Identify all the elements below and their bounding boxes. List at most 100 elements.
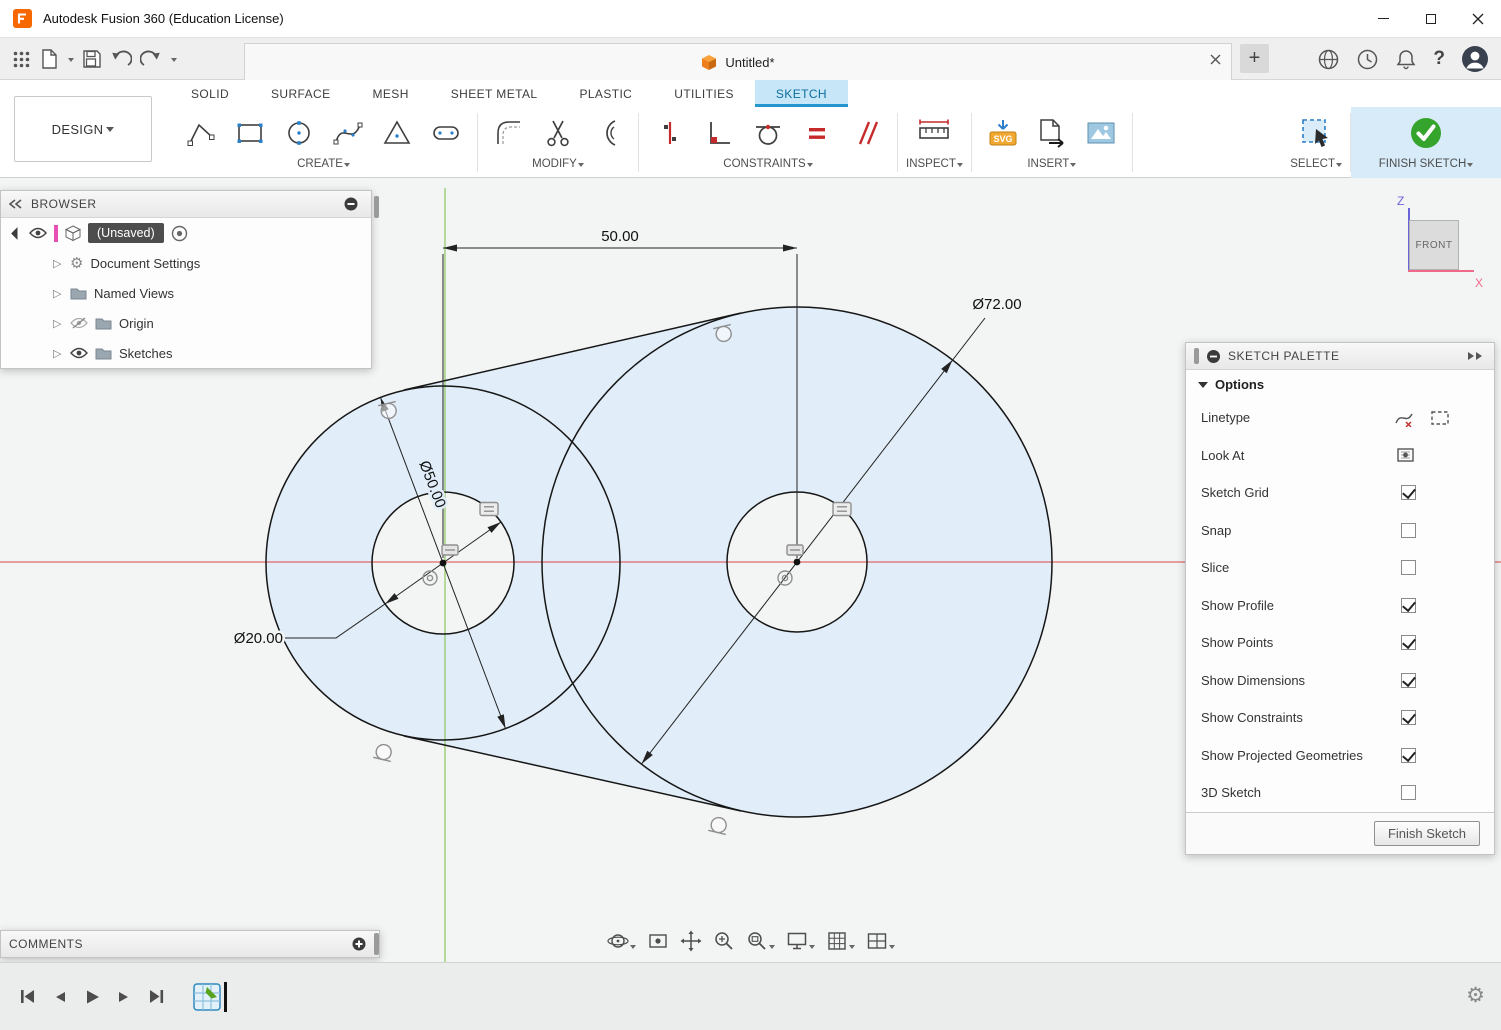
show-constraints-checkbox[interactable]	[1401, 710, 1416, 725]
view-cube[interactable]: Z FRONT X	[1391, 192, 1483, 292]
dim-d72-label[interactable]: Ø72.00	[972, 296, 1021, 313]
show-profile-checkbox[interactable]	[1401, 598, 1416, 613]
fit-icon[interactable]	[746, 930, 768, 952]
close-button[interactable]	[1454, 0, 1501, 37]
workspace-switcher-design[interactable]: DESIGN	[14, 96, 152, 162]
create-spline-icon[interactable]	[325, 110, 371, 156]
browser-scrollbar[interactable]	[374, 196, 379, 218]
browser-root-row[interactable]: (Unsaved)	[1, 218, 371, 248]
undo-icon[interactable]	[110, 48, 132, 70]
finish-sketch-dropdown[interactable]: FINISH SKETCH	[1379, 158, 1474, 170]
new-tab-button[interactable]: +	[1240, 44, 1269, 73]
user-avatar[interactable]	[1461, 45, 1489, 73]
visibility-eye-icon[interactable]	[29, 227, 47, 239]
right-center-point[interactable]	[794, 559, 801, 566]
model-canvas[interactable]: 50.00 Ø72.00 Ø50.00 Ø20.00 BROW	[0, 178, 1501, 962]
insert-dropdown[interactable]: INSERT	[1027, 158, 1076, 170]
create-line-icon[interactable]	[178, 110, 224, 156]
timeline-position-marker[interactable]	[224, 982, 227, 1012]
app-grid-menu-icon[interactable]	[12, 50, 31, 69]
redo-caret-icon[interactable]	[171, 58, 177, 65]
pan-icon[interactable]	[680, 930, 702, 952]
finish-sketch-icon[interactable]	[1403, 110, 1449, 156]
fit-caret-icon[interactable]	[769, 945, 775, 952]
look-at-plane-icon[interactable]	[1396, 446, 1416, 464]
tab-sketch[interactable]: SKETCH	[755, 80, 848, 107]
browser-item-named-views[interactable]: ▷ Named Views	[1, 278, 371, 308]
constraint-tangent-icon[interactable]	[745, 110, 791, 156]
grid-snaps-icon[interactable]	[826, 930, 848, 952]
modify-dropdown[interactable]: MODIFY	[532, 158, 584, 170]
visibility-off-eye-icon[interactable]	[70, 317, 88, 330]
modify-trim-icon[interactable]	[535, 110, 581, 156]
modify-fillet-icon[interactable]	[486, 110, 532, 156]
comments-scrollbar[interactable]	[374, 933, 379, 955]
timeline-go-to-start-icon[interactable]	[18, 987, 37, 1006]
browser-item-document-settings[interactable]: ▷ ⚙ Document Settings	[1, 248, 371, 278]
zoom-icon[interactable]	[713, 930, 735, 952]
tab-utilities[interactable]: UTILITIES	[653, 80, 755, 107]
inspect-dropdown[interactable]: INSPECT	[906, 158, 963, 170]
constraint-equal-icon[interactable]	[794, 110, 840, 156]
notifications-bell-icon[interactable]	[1395, 48, 1417, 71]
activate-radio-icon[interactable]	[171, 225, 188, 242]
expand-caret-icon[interactable]: ▷	[53, 347, 63, 360]
browser-collapse-icon[interactable]	[9, 199, 23, 209]
show-points-checkbox[interactable]	[1401, 635, 1416, 650]
viewports-caret-icon[interactable]	[889, 945, 895, 952]
file-menu-caret-icon[interactable]	[68, 58, 74, 65]
job-status-clock-icon[interactable]	[1356, 48, 1379, 71]
timeline-go-to-end-icon[interactable]	[147, 987, 166, 1006]
dim-d20-label[interactable]: Ø20.00	[234, 630, 283, 647]
tab-close-icon[interactable]	[1210, 54, 1221, 65]
expand-caret-icon[interactable]: ▷	[53, 317, 63, 330]
expand-caret-icon[interactable]: ▷	[53, 287, 63, 300]
linetype-centerline-icon[interactable]	[1430, 409, 1450, 427]
palette-grip[interactable]	[1194, 348, 1199, 364]
create-polygon-icon[interactable]	[374, 110, 420, 156]
sketch-grid-checkbox[interactable]	[1401, 485, 1416, 500]
finish-sketch-button[interactable]: Finish Sketch	[1374, 821, 1480, 846]
display-settings-icon[interactable]	[786, 930, 808, 952]
orbit-icon[interactable]	[607, 930, 629, 952]
create-rectangle-icon[interactable]	[227, 110, 273, 156]
dim-distance-label[interactable]: 50.00	[601, 228, 639, 245]
timeline-sketch-feature[interactable]	[192, 982, 222, 1012]
browser-item-origin[interactable]: ▷ Origin	[1, 308, 371, 338]
minimize-button[interactable]	[1360, 0, 1407, 37]
visibility-eye-icon[interactable]	[70, 347, 88, 359]
constraint-perpendicular-icon[interactable]	[696, 110, 742, 156]
grid-caret-icon[interactable]	[849, 945, 855, 952]
document-name-badge[interactable]: (Unsaved)	[88, 223, 164, 243]
insert-mesh-icon[interactable]	[1029, 110, 1075, 156]
expand-caret-icon[interactable]: ▷	[53, 257, 63, 270]
timeline-step-forward-icon[interactable]	[116, 989, 132, 1005]
constraint-parallel-icon[interactable]	[843, 110, 889, 156]
browser-display-mode-icon[interactable]	[343, 196, 359, 212]
timeline-step-back-icon[interactable]	[52, 989, 68, 1005]
tab-surface[interactable]: SURFACE	[250, 80, 351, 107]
create-dropdown[interactable]: CREATE	[297, 158, 350, 170]
inspect-measure-icon[interactable]	[911, 110, 957, 156]
help-icon[interactable]: ?	[1433, 48, 1445, 70]
tab-plastic[interactable]: PLASTIC	[558, 80, 653, 107]
display-caret-icon[interactable]	[809, 945, 815, 952]
constraints-dropdown[interactable]: CONSTRAINTS	[723, 158, 812, 170]
maximize-button[interactable]	[1407, 0, 1454, 37]
options-section-header[interactable]: Options	[1186, 370, 1494, 399]
save-icon[interactable]	[82, 49, 102, 69]
look-at-icon[interactable]	[647, 930, 669, 952]
3d-sketch-checkbox[interactable]	[1401, 785, 1416, 800]
timeline-play-icon[interactable]	[83, 988, 101, 1006]
insert-svg-icon[interactable]: SVG	[980, 110, 1026, 156]
viewports-icon[interactable]	[866, 930, 888, 952]
tab-sheet-metal[interactable]: SHEET METAL	[430, 80, 559, 107]
tab-solid[interactable]: SOLID	[170, 80, 250, 107]
create-circle-icon[interactable]	[276, 110, 322, 156]
constraint-vertical-icon[interactable]	[647, 110, 693, 156]
create-slot-icon[interactable]	[423, 110, 469, 156]
modify-offset-icon[interactable]	[584, 110, 630, 156]
select-dropdown[interactable]: SELECT	[1290, 158, 1342, 170]
insert-canvas-icon[interactable]	[1078, 110, 1124, 156]
file-menu-icon[interactable]	[39, 48, 59, 70]
